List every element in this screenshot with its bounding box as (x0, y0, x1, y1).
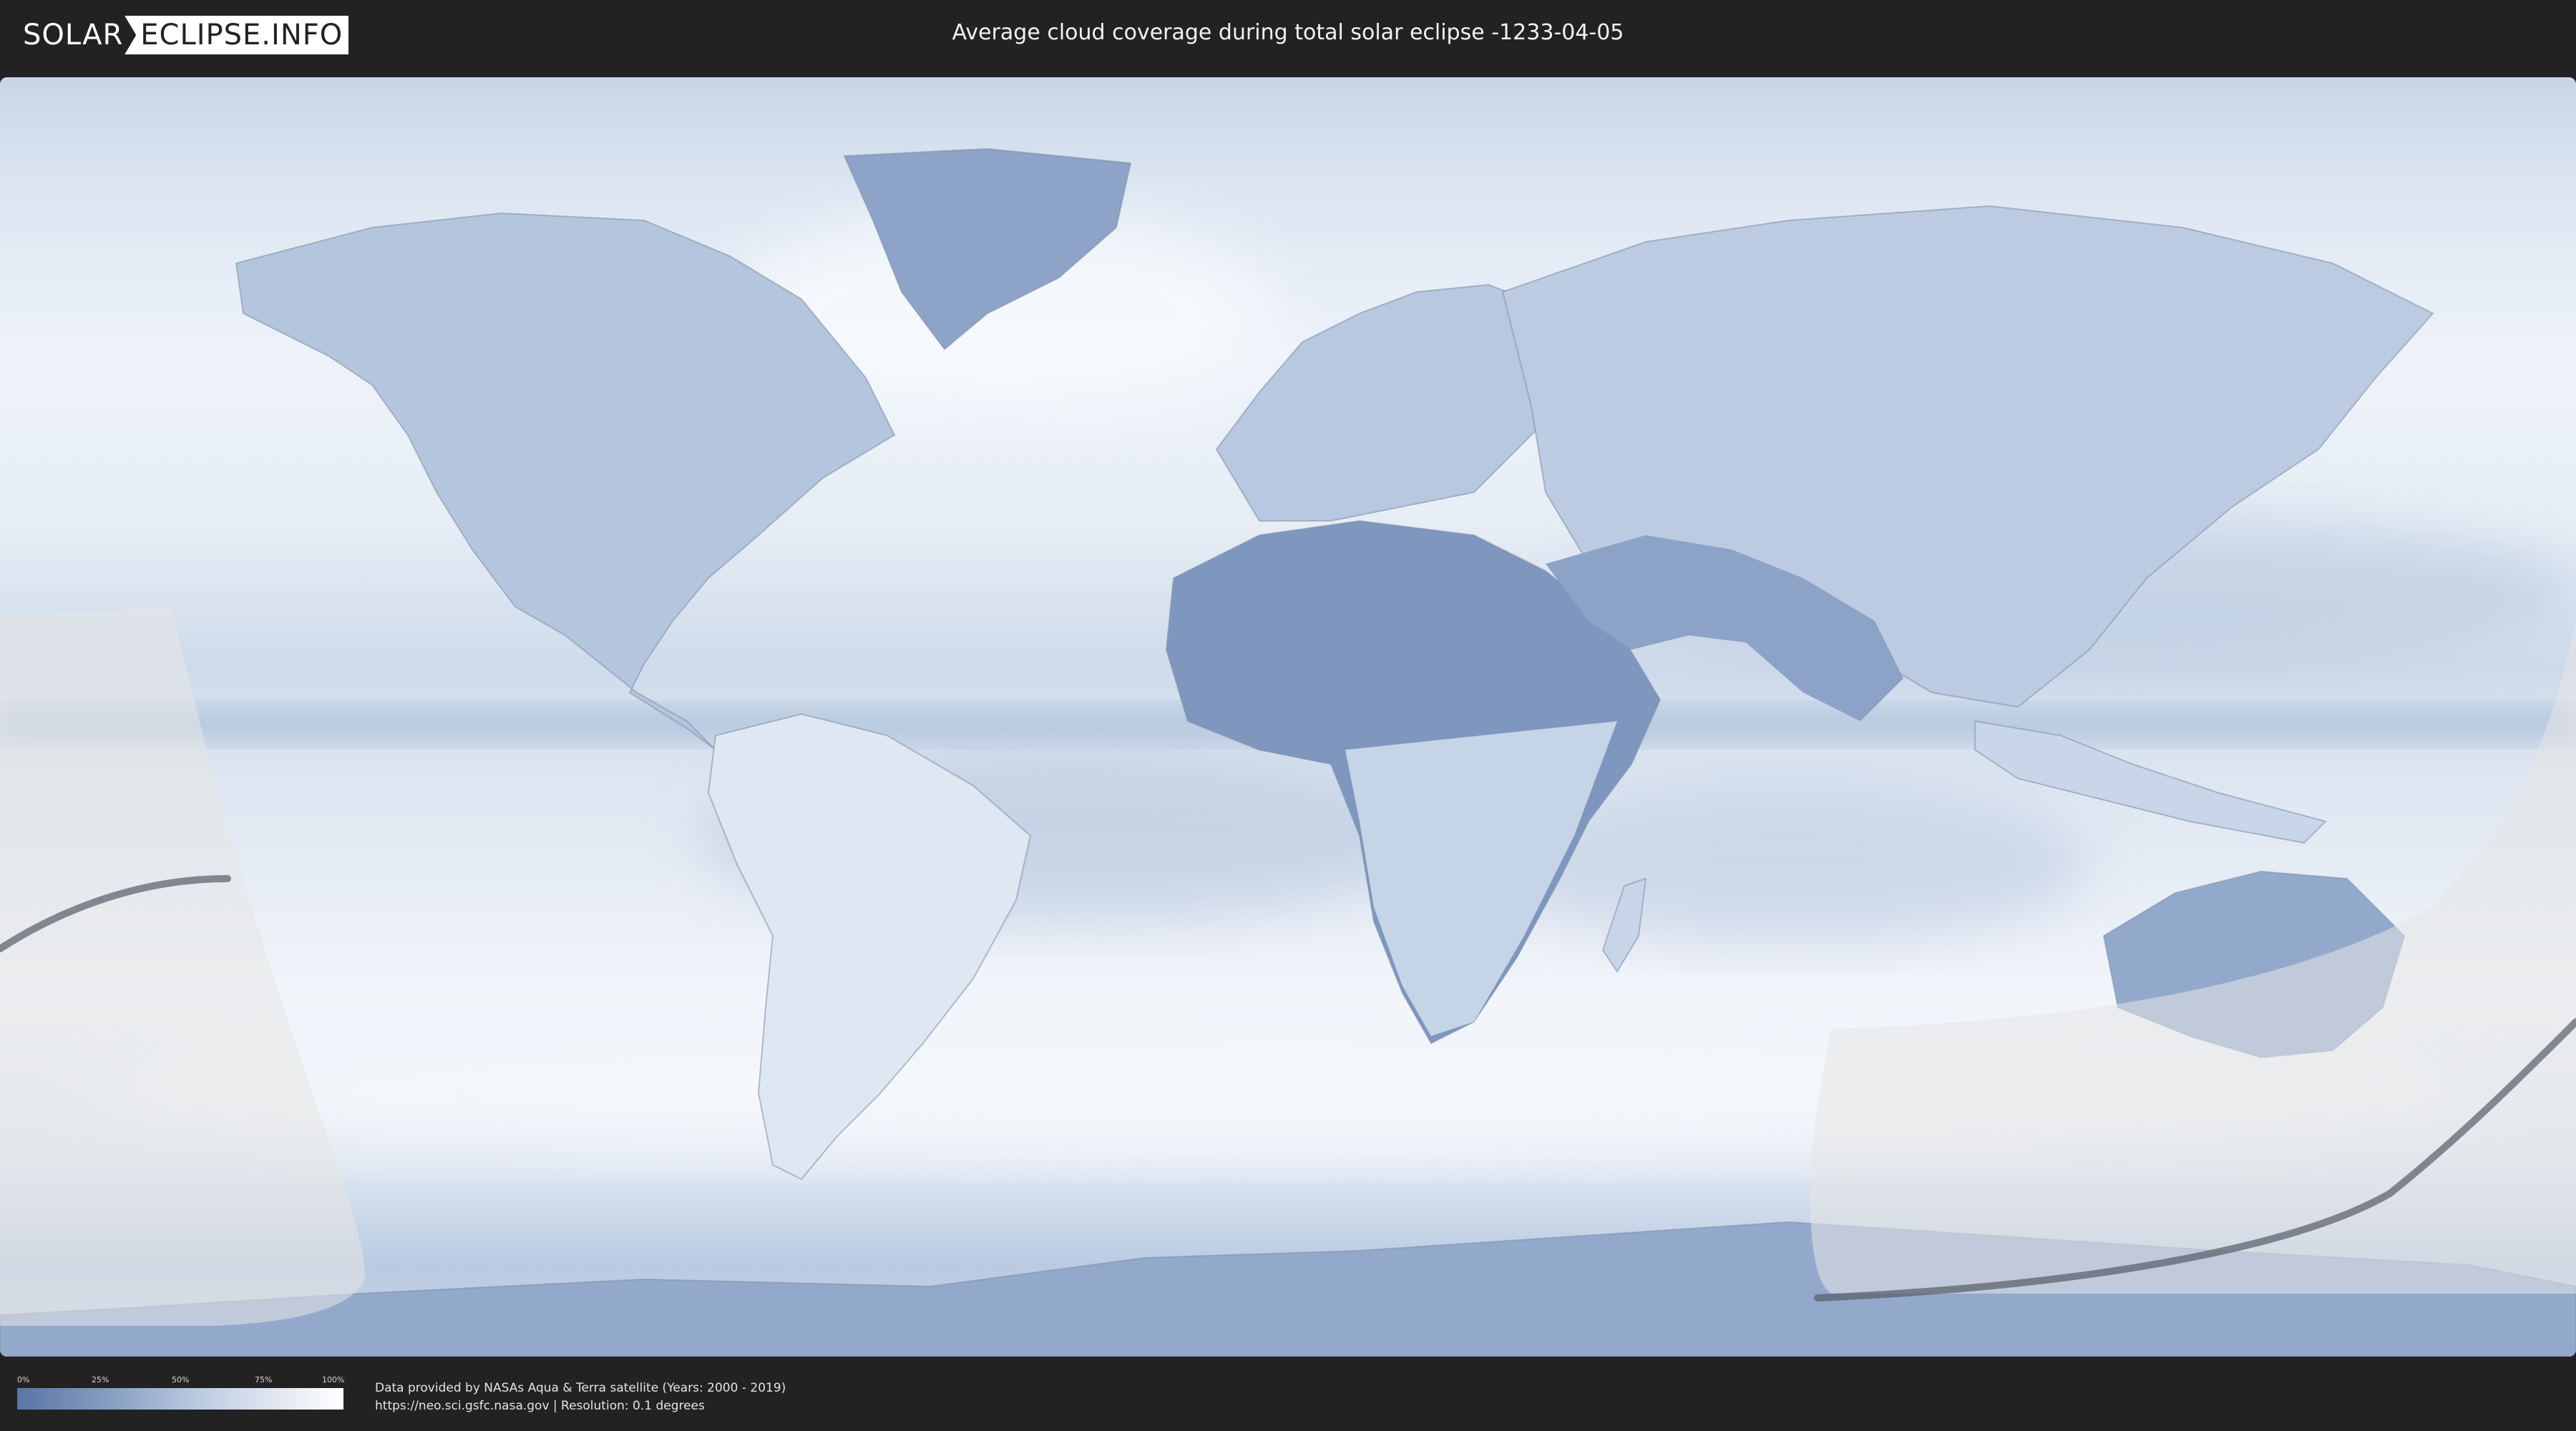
data-credits: Data provided by NASAs Aqua & Terra sate… (375, 1379, 786, 1415)
legend-label-0: 0% (17, 1375, 30, 1384)
legend-label-100: 100% (322, 1375, 345, 1384)
credit-line-source: Data provided by NASAs Aqua & Terra sate… (375, 1381, 786, 1395)
legend-label-25: 25% (92, 1375, 109, 1384)
cloud-coverage-map (0, 77, 2576, 1357)
cloud-coverage-legend: 0% 25% 50% 75% 100% (17, 1375, 345, 1410)
world-map-svg (0, 77, 2576, 1357)
legend-label-50: 50% (172, 1375, 190, 1384)
page-title: Average cloud coverage during total sola… (952, 20, 1624, 45)
credit-line-url[interactable]: https://neo.sci.gsfc.nasa.gov | Resoluti… (375, 1397, 786, 1415)
legend-label-75: 75% (255, 1375, 273, 1384)
legend-labels: 0% 25% 50% 75% 100% (17, 1375, 345, 1387)
legend-color-bar (17, 1388, 343, 1410)
header-bar: SOLAR ECLIPSE.INFO Average cloud coverag… (0, 0, 2576, 72)
